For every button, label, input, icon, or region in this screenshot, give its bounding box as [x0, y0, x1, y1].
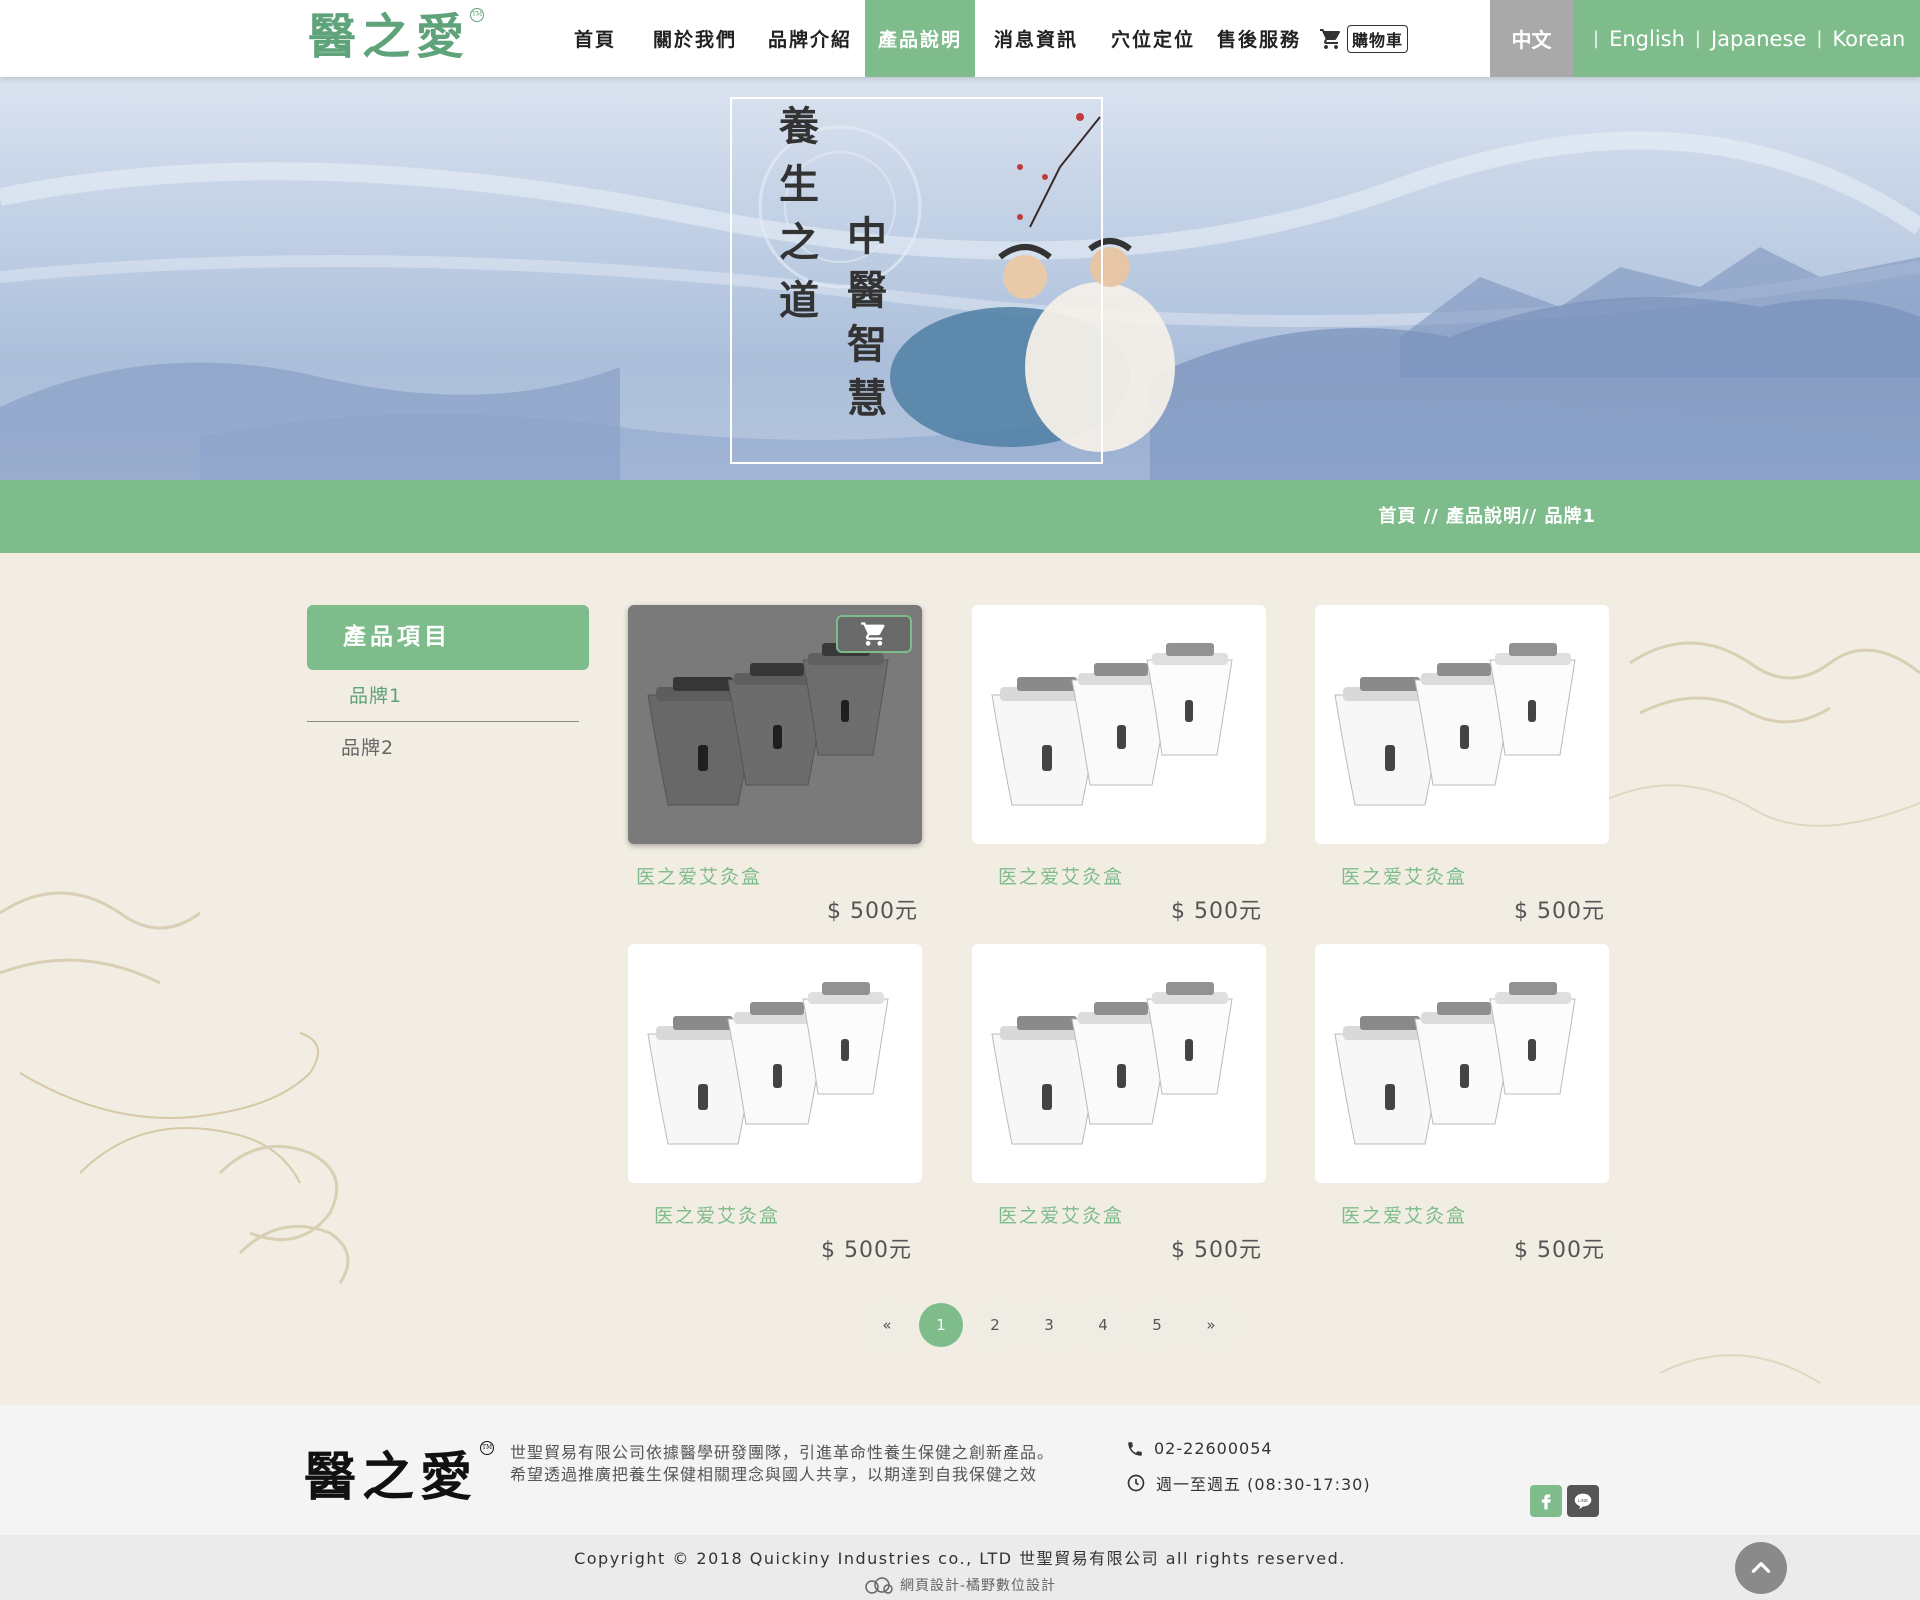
- product-card[interactable]: 医之爱艾灸盒 $ 500元: [972, 944, 1266, 1264]
- line-link[interactable]: LINE: [1567, 1485, 1599, 1517]
- footer-logo-text: 醫之愛: [304, 1447, 479, 1508]
- product-name[interactable]: 医之爱艾灸盒: [628, 1201, 922, 1228]
- page-button-4[interactable]: 4: [1081, 1303, 1125, 1347]
- product-image[interactable]: [1315, 944, 1609, 1183]
- lang-divider: |: [1694, 28, 1701, 49]
- moxibustion-box-image: [991, 982, 1233, 1145]
- pagination: « 1 2 3 4 5 »: [865, 1303, 1233, 1347]
- product-card[interactable]: 医之爱艾灸盒 $ 500元: [1315, 944, 1609, 1264]
- facebook-link[interactable]: [1530, 1485, 1562, 1517]
- lang-divider: |: [1593, 28, 1600, 49]
- nav-about[interactable]: 關於我們: [635, 0, 755, 77]
- page-button-1[interactable]: 1: [919, 1303, 963, 1347]
- product-image[interactable]: [628, 605, 922, 844]
- logo-text: 醫之愛: [308, 9, 471, 65]
- product-price: $ 500元: [1514, 899, 1605, 924]
- hero-banner: 養生之道 中醫智慧: [0, 77, 1920, 480]
- lang-english[interactable]: English: [1609, 27, 1685, 51]
- moxibustion-box-image: [1334, 643, 1576, 806]
- lang-chinese[interactable]: 中文: [1490, 0, 1573, 77]
- clock-icon: [1127, 1474, 1145, 1492]
- product-image[interactable]: [972, 605, 1266, 844]
- product-name[interactable]: 医之爱艾灸盒: [628, 862, 922, 889]
- nav-acupoints[interactable]: 穴位定位: [1097, 0, 1209, 77]
- moxibustion-box-image: [991, 643, 1233, 806]
- breadcrumb[interactable]: 首頁 // 產品說明// 品牌1: [1378, 480, 1596, 553]
- svg-text:LINE: LINE: [1578, 1498, 1588, 1503]
- nav-home[interactable]: 首頁: [555, 0, 635, 77]
- site-footer: 醫之愛 TM 世聖貿易有限公司依據醫學研發團隊，引進革命性養生保健之創新產品。希…: [0, 1405, 1920, 1535]
- product-price: $ 500元: [827, 899, 918, 924]
- designer-logo-icon: [865, 1577, 893, 1594]
- main-nav: 首頁 關於我們 品牌介紹 產品說明 消息資訊 穴位定位 售後服務 購物車: [555, 0, 1423, 77]
- product-card[interactable]: 医之爱艾灸盒 $ 500元: [972, 605, 1266, 925]
- back-to-top-button[interactable]: [1735, 1542, 1787, 1594]
- nav-service[interactable]: 售後服務: [1209, 0, 1309, 77]
- language-switcher: 中文 | English | Japanese | Korean: [1490, 0, 1920, 77]
- page-next-button[interactable]: »: [1189, 1303, 1233, 1347]
- trademark-mark: TM: [480, 1441, 495, 1455]
- page-button-5[interactable]: 5: [1135, 1303, 1179, 1347]
- site-header: 醫之愛 TM 首頁 關於我們 品牌介紹 產品說明 消息資訊 穴位定位 售後服務 …: [0, 0, 1920, 77]
- page-button-3[interactable]: 3: [1027, 1303, 1071, 1347]
- nav-cart[interactable]: 購物車: [1309, 0, 1423, 77]
- footer-logo[interactable]: 醫之愛 TM: [304, 1435, 495, 1510]
- product-card[interactable]: 医之爱艾灸盒 $ 500元: [1315, 605, 1609, 925]
- chevron-up-icon: [1751, 1562, 1771, 1573]
- product-section: 產品項目 品牌1 品牌2 医之爱艾灸盒 $ 500元 医之爱艾灸盒 $ 500元…: [0, 553, 1920, 1405]
- product-price: $ 500元: [1514, 1238, 1605, 1263]
- nav-products[interactable]: 產品說明: [865, 0, 975, 77]
- nav-brand[interactable]: 品牌介紹: [755, 0, 865, 77]
- product-image[interactable]: [628, 944, 922, 1183]
- moxibustion-box-image: [1334, 982, 1576, 1145]
- contact-hours: 週一至週五 (08:30-17:30): [1126, 1471, 1371, 1495]
- product-price: $ 500元: [821, 1238, 912, 1263]
- product-card[interactable]: 医之爱艾灸盒 $ 500元: [628, 605, 922, 925]
- line-icon: LINE: [1574, 1493, 1592, 1510]
- lang-divider: |: [1816, 28, 1823, 49]
- add-to-cart-button[interactable]: [836, 615, 912, 653]
- product-image[interactable]: [972, 944, 1266, 1183]
- business-hours: 週一至週五 (08:30-17:30): [1156, 1475, 1371, 1494]
- category-sidebar: 產品項目 品牌1 品牌2: [307, 605, 589, 774]
- page-button-2[interactable]: 2: [973, 1303, 1017, 1347]
- product-image[interactable]: [1315, 605, 1609, 844]
- design-credit-text: 網頁設計-橘野數位設計: [899, 1578, 1057, 1594]
- paper-texture-decoration: [0, 641, 1920, 1384]
- product-name[interactable]: 医之爱艾灸盒: [1315, 1201, 1609, 1228]
- banner-slogan-2: 中醫智慧: [840, 215, 887, 431]
- lang-others: | English | Japanese | Korean: [1573, 0, 1920, 77]
- product-name[interactable]: 医之爱艾灸盒: [972, 862, 1266, 889]
- cart-icon: [861, 622, 885, 646]
- product-name[interactable]: 医之爱艾灸盒: [972, 1201, 1266, 1228]
- banner-slogan-1: 養生之道: [772, 105, 819, 337]
- phone-number[interactable]: 02-22600054: [1154, 1439, 1273, 1458]
- phone-icon: [1128, 1441, 1142, 1456]
- facebook-icon: [1541, 1494, 1551, 1510]
- site-logo[interactable]: 醫之愛 TM: [308, 6, 485, 68]
- cart-label: 購物車: [1347, 24, 1409, 53]
- product-price: $ 500元: [1171, 1238, 1262, 1263]
- contact-phone: 02-22600054: [1126, 1439, 1273, 1458]
- copyright-bar: Copyright © 2018 Quickiny Industries co.…: [0, 1535, 1920, 1600]
- product-card[interactable]: 医之爱艾灸盒 $ 500元: [628, 944, 922, 1264]
- page-prev-button[interactable]: «: [865, 1303, 909, 1347]
- trademark-mark: TM: [470, 8, 485, 22]
- design-credit[interactable]: 網頁設計-橘野數位設計: [0, 1575, 1920, 1595]
- sidebar-item-brand2[interactable]: 品牌2: [307, 722, 589, 774]
- breadcrumb-bar: 首頁 // 產品說明// 品牌1: [0, 480, 1920, 553]
- nav-news[interactable]: 消息資訊: [975, 0, 1097, 77]
- lang-japanese[interactable]: Japanese: [1711, 27, 1806, 51]
- product-price: $ 500元: [1171, 899, 1262, 924]
- moxibustion-box-image: [647, 982, 889, 1145]
- cart-icon: [1320, 28, 1341, 49]
- company-description: 世聖貿易有限公司依據醫學研發團隊，引進革命性養生保健之創新產品。希望透過推廣把養…: [510, 1443, 1055, 1484]
- sidebar-item-brand1[interactable]: 品牌1: [307, 670, 579, 722]
- copyright-text: Copyright © 2018 Quickiny Industries co.…: [574, 1549, 1346, 1568]
- sidebar-title: 產品項目: [307, 605, 589, 670]
- product-name[interactable]: 医之爱艾灸盒: [1315, 862, 1609, 889]
- lang-korean[interactable]: Korean: [1832, 27, 1905, 51]
